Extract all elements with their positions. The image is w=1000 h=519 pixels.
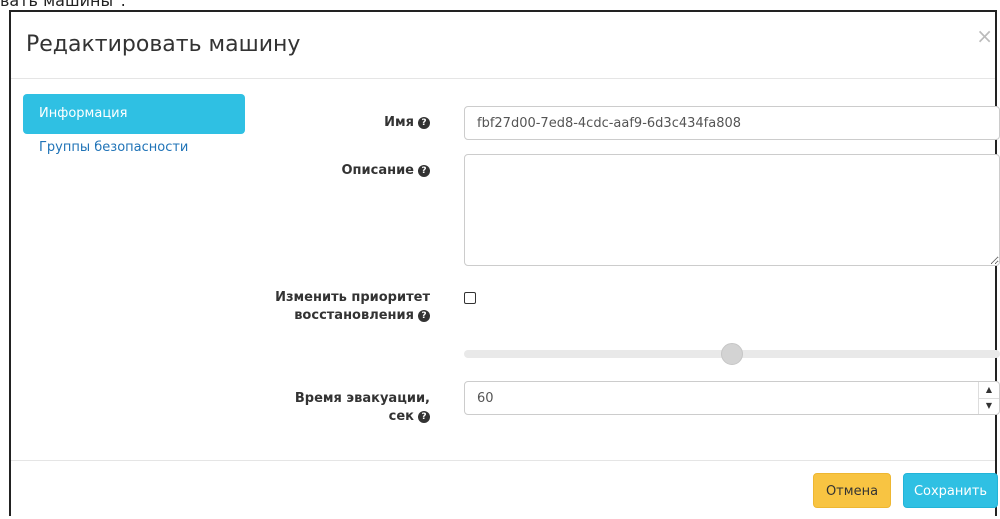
- cancel-button[interactable]: Отмена: [813, 473, 891, 508]
- recovery-priority-label-line1: Изменить приоритет: [275, 290, 430, 305]
- recovery-priority-label-line2: восстановления: [294, 308, 414, 323]
- workflow-nav: Информация Группы безопасности: [23, 94, 245, 162]
- spin-down-icon[interactable]: ▼: [979, 398, 999, 414]
- name-input[interactable]: [464, 106, 1000, 140]
- background-page-text: вать машины":: [0, 0, 126, 10]
- description-label-text: Описание: [341, 163, 414, 178]
- number-spinner: ▲ ▼: [978, 382, 999, 414]
- edit-machine-dialog: Редактировать машину × Информация Группы…: [9, 10, 1000, 516]
- tab-security-groups[interactable]: Группы безопасности: [23, 136, 245, 160]
- modal-title: Редактировать машину: [26, 32, 301, 57]
- recovery-priority-checkbox[interactable]: [464, 292, 476, 304]
- description-label: Описание?: [230, 162, 430, 180]
- help-icon[interactable]: ?: [418, 309, 430, 322]
- description-textarea[interactable]: [464, 154, 1000, 266]
- evacuation-time-label: Время эвакуации, сек?: [230, 390, 430, 426]
- recovery-priority-slider[interactable]: [464, 343, 1000, 365]
- recovery-priority-label: Изменить приоритет восстановления?: [230, 289, 430, 325]
- name-label: Имя?: [230, 114, 430, 132]
- evacuation-time-input[interactable]: [464, 381, 1000, 415]
- evacuation-time-label-line1: Время эвакуации,: [294, 391, 430, 406]
- modal-header: Редактировать машину ×: [11, 12, 995, 79]
- help-icon[interactable]: ?: [418, 164, 430, 177]
- save-button[interactable]: Сохранить: [903, 473, 998, 508]
- tab-information[interactable]: Информация: [23, 94, 245, 134]
- close-icon[interactable]: ×: [976, 26, 993, 46]
- help-icon[interactable]: ?: [418, 116, 430, 129]
- name-label-text: Имя: [384, 115, 414, 130]
- spin-up-icon[interactable]: ▲: [979, 382, 999, 399]
- evacuation-time-label-line2: сек: [388, 409, 414, 424]
- slider-handle[interactable]: [721, 343, 743, 365]
- help-icon[interactable]: ?: [418, 410, 430, 423]
